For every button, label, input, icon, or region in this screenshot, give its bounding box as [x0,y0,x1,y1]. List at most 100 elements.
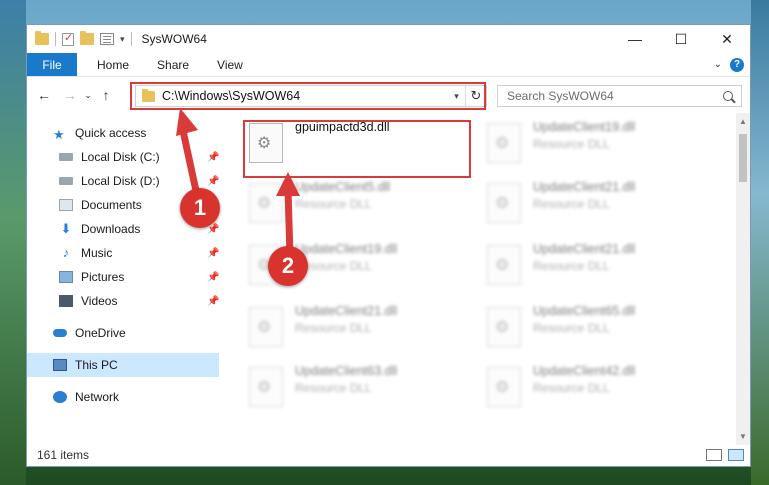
sidebar-item-onedrive[interactable]: OneDrive [27,321,219,345]
file-item[interactable]: UpdateClient21.dll Resource DLL [243,303,397,355]
file-type: Resource DLL [295,259,372,273]
sidebar-item-this-pc[interactable]: This PC [27,353,219,377]
expand-ribbon-chevron-icon[interactable]: ⌄ [714,59,722,70]
help-icon[interactable]: ? [730,57,744,72]
file-name: UpdateClient21.dll [533,180,636,194]
scrollbar-thumb[interactable] [739,134,747,182]
vertical-scrollbar[interactable]: ▲ ▼ [736,113,750,445]
download-icon: ⬇ [60,221,72,236]
file-item[interactable]: UpdateClient19.dll Resource DLL [481,119,635,171]
sidebar-item-label: This PC [75,358,118,372]
file-name: UpdateClient42.dll [533,364,636,378]
new-folder-icon[interactable] [80,31,94,45]
toolbar-divider [55,32,56,46]
star-icon: ★ [53,127,65,142]
window-controls: — ☐ ✕ [612,25,750,53]
disk-icon [59,177,73,185]
file-name: UpdateClient19.dll [533,120,636,134]
sidebar-item-label: Pictures [81,270,125,284]
dll-file-icon [487,245,521,285]
sidebar-item-label: Local Disk (C:) [81,150,160,164]
file-item[interactable]: UpdateClient19.dllResource DLL [243,241,397,293]
forward-arrow-icon[interactable]: → [59,87,81,103]
step-badge-1: 1 [180,188,220,228]
sidebar-item-label: Local Disk (D:) [81,174,160,188]
tab-file[interactable]: File [27,53,77,76]
minimize-button[interactable]: — [612,25,658,53]
ribbon-right: ⌄ ? [714,53,750,76]
dll-file-icon [487,123,521,163]
item-count: 161 items [37,448,90,462]
toolbar-divider [130,32,132,46]
recent-locations-dropdown-icon[interactable]: ⌄ [81,90,95,101]
sidebar-item-pictures[interactable]: Pictures 📌 [27,265,219,289]
file-type: Resource DLL [533,137,610,151]
music-icon: ♪ [62,245,70,260]
search-input[interactable]: Search SysWOW64 [497,85,742,107]
file-type: Resource DLL [533,321,610,335]
sidebar-item-label: Videos [81,294,118,308]
search-placeholder: Search SysWOW64 [507,89,614,103]
close-button[interactable]: ✕ [704,25,750,53]
dll-file-icon [487,183,521,223]
file-type: Resource DLL [295,381,372,395]
this-pc-icon [53,359,67,371]
dll-file-icon [487,307,521,347]
address-bar-highlight [130,82,486,110]
quick-access-toolbar: ▾ [27,31,132,46]
sidebar-item-label: OneDrive [75,326,126,340]
tab-share[interactable]: Share [143,53,203,76]
view-switcher [706,449,744,461]
sidebar-item-label: Quick access [75,126,147,140]
dll-file-icon [487,367,521,407]
pin-icon[interactable]: 📌 [207,272,219,283]
file-item[interactable]: UpdateClient21.dll Resource DLL [481,179,635,231]
large-icons-view-icon[interactable] [728,449,744,461]
scroll-down-icon[interactable]: ▼ [739,432,747,441]
step-badge-2: 2 [268,246,308,286]
file-item[interactable]: UpdateClient42.dll Resource DLL [481,363,635,415]
file-item[interactable]: UpdateClient63.dll Resource DLL [243,363,397,415]
sidebar-item-music[interactable]: ♪ Music 📌 [27,241,220,265]
file-type: Resource DLL [533,197,610,211]
sidebar-item-videos[interactable]: Videos 📌 [27,289,219,313]
details-view-icon[interactable] [706,449,722,461]
pin-icon[interactable]: 📌 [207,296,219,307]
dll-file-icon [249,367,283,407]
window-title: SysWOW64 [141,32,207,46]
videos-icon [59,295,73,307]
customize-toolbar-dropdown[interactable]: ▾ [120,34,125,45]
tab-home[interactable]: Home [77,53,143,76]
maximize-button[interactable]: ☐ [658,25,704,53]
folder-icon [35,31,49,45]
sidebar-item-label: Network [75,390,120,404]
file-item[interactable]: UpdateClient21.dll Resource DLL [481,241,635,293]
up-arrow-icon[interactable]: ↑ [95,87,117,103]
file-name: UpdateClient63.dll [295,364,398,378]
file-name: UpdateClient65.dll [533,304,636,318]
pictures-icon [59,271,73,283]
sidebar-item-network[interactable]: Network [27,385,219,409]
status-bar: 161 items [27,444,750,466]
sidebar-item-label: Music [81,246,113,260]
file-type: Resource DLL [533,381,610,395]
ribbon-tabs: File Home Share View ⌄ ? [27,53,750,77]
file-type: Resource DLL [533,259,610,273]
title-bar: ▾ SysWOW64 — ☐ ✕ [27,25,750,53]
sidebar-item-label: Downloads [81,222,141,236]
tab-view[interactable]: View [203,53,257,76]
onedrive-icon [53,329,67,337]
file-type: Resource DLL [295,321,372,335]
scroll-up-icon[interactable]: ▲ [739,117,747,126]
back-arrow-icon[interactable]: ← [33,87,55,103]
properties-icon[interactable] [100,33,114,45]
sidebar-item-label: Documents [81,198,142,212]
file-item[interactable]: UpdateClient65.dll Resource DLL [481,303,635,355]
file-name: UpdateClient21.dll [295,304,398,318]
pin-icon[interactable]: 📌 [207,248,219,259]
dll-file-icon [249,307,283,347]
properties-check-icon[interactable] [62,31,74,46]
documents-icon [59,199,73,211]
disk-icon [59,153,73,161]
file-name: UpdateClient21.dll [533,242,636,256]
